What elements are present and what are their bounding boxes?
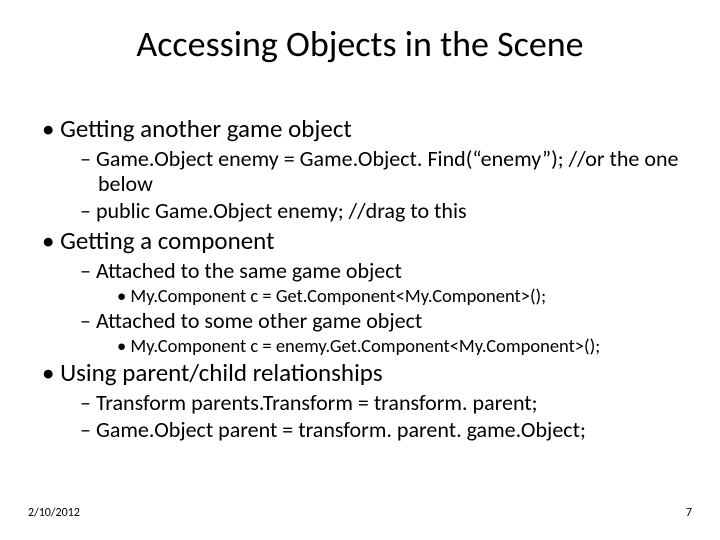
footer-date: 2/10/2012 (28, 506, 80, 520)
footer-page-number: 7 (686, 506, 692, 520)
bullet-l2: Attached to the same game object (34, 258, 686, 284)
slide-title: Accessing Objects in the Scene (0, 22, 720, 66)
bullet-l1: Getting another game object (34, 114, 686, 144)
bullet-l2: Attached to some other game object (34, 308, 686, 334)
bullet-l3: My.Component c = enemy.Get.Component<My.… (34, 335, 686, 357)
bullet-l1: Using parent/child relationships (34, 358, 686, 388)
slide: Accessing Objects in the Scene Getting a… (0, 0, 720, 540)
slide-body: Getting another game object Game.Object … (34, 112, 686, 443)
bullet-l2: public Game.Object enemy; //drag to this (34, 198, 686, 224)
bullet-l3: My.Component c = Get.Component<My.Compon… (34, 285, 686, 307)
bullet-l2: Transform parents.Transform = transform.… (34, 390, 686, 416)
bullet-l2: Game.Object parent = transform. parent. … (34, 417, 686, 443)
bullet-l2: Game.Object enemy = Game.Object. Find(“e… (34, 146, 686, 198)
bullet-l1: Getting a component (34, 226, 686, 256)
